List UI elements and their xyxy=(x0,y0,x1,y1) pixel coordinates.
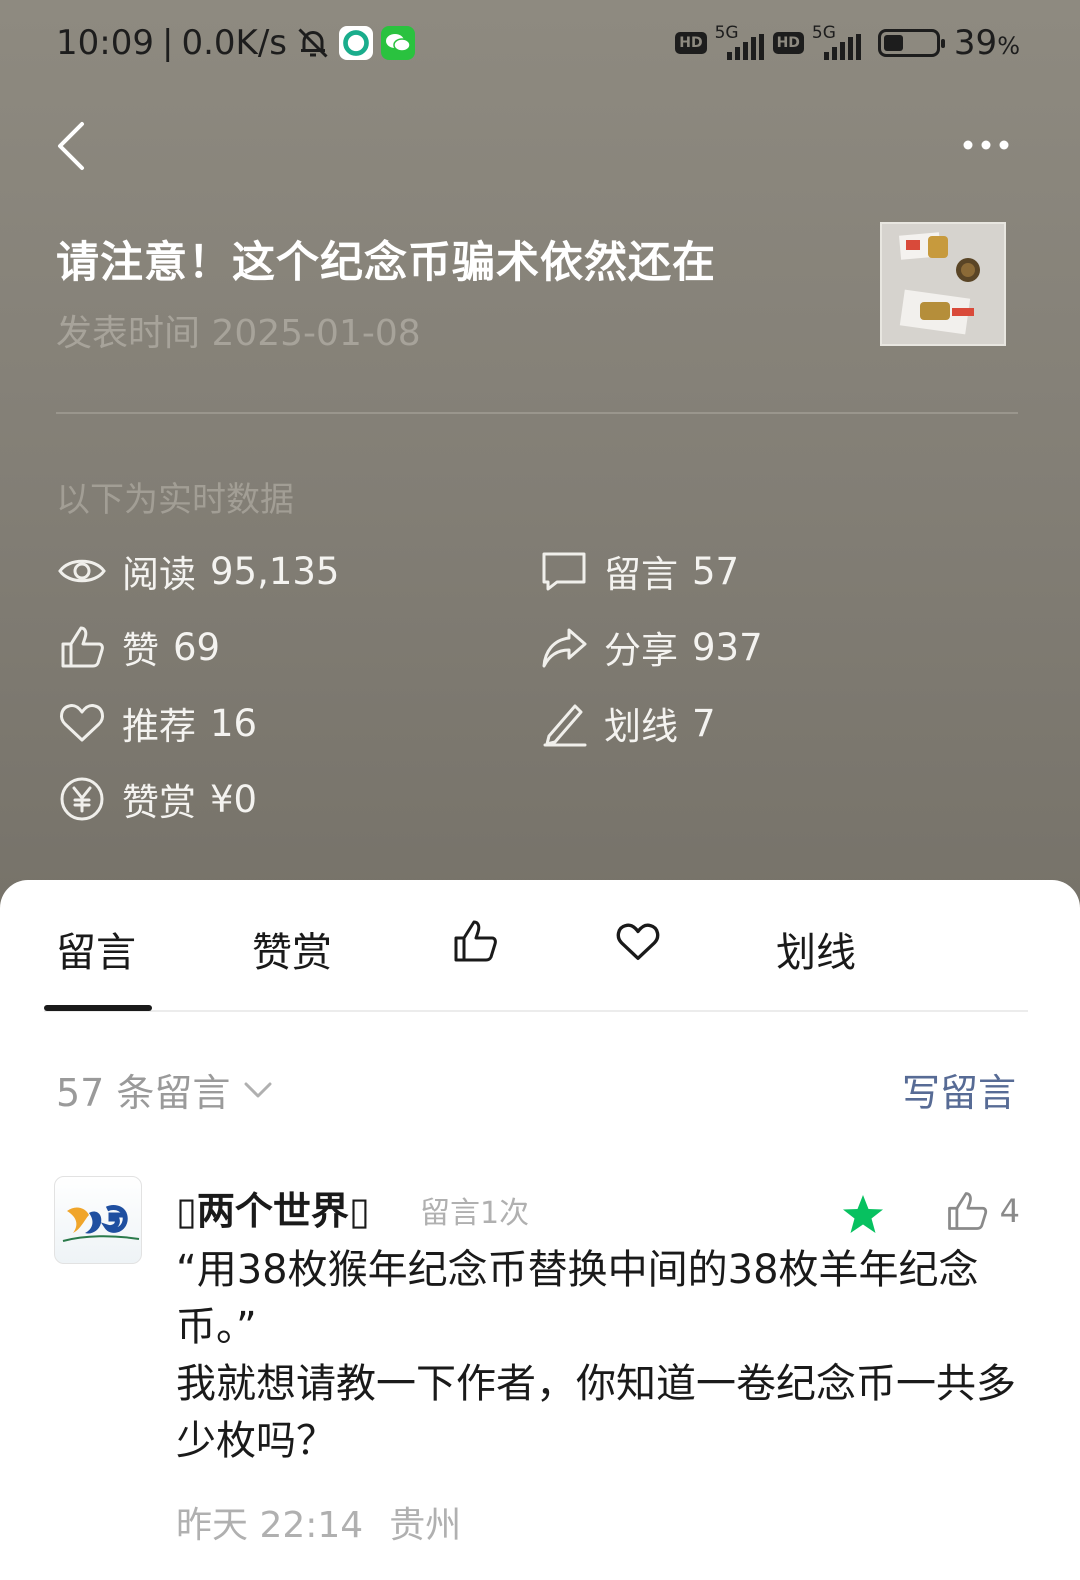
write-comment-link[interactable]: 写留言 xyxy=(902,1062,1016,1117)
thumbnail-image xyxy=(882,224,1004,344)
chevron-down-icon xyxy=(244,1082,272,1097)
stat-highlights: 划线 7 xyxy=(538,696,716,750)
stat-rewards: 赞赏 ¥0 xyxy=(56,772,257,826)
heart-icon xyxy=(56,697,108,749)
signal-icon: 5G xyxy=(715,25,765,60)
status-separator: | xyxy=(161,23,174,63)
article-stats-header: 10:09 | 0.0K/s HD 5G HD 5G 39% 请注意！这个纪念币… xyxy=(0,0,1080,930)
realtime-data-heading: 以下为实时数据 xyxy=(56,480,294,520)
hd-badge-icon: HD xyxy=(772,32,804,54)
comment-time: 昨天 22:14 xyxy=(176,1505,364,1546)
bell-muted-icon xyxy=(295,25,331,61)
article-title: 请注意！这个纪念币骗术依然还在 xyxy=(56,238,716,288)
tab-comments[interactable]: 留言 xyxy=(56,920,136,978)
comment-meta: 留言1次 xyxy=(420,1196,530,1231)
star-icon[interactable] xyxy=(840,1192,886,1238)
comment-time-location: 昨天 22:14 贵州 xyxy=(176,1496,487,1548)
chevron-left-icon xyxy=(58,122,84,170)
status-net-speed: 0.0K/s xyxy=(181,23,287,63)
wechat-notification-icon xyxy=(381,26,415,60)
tab-likes[interactable] xyxy=(450,916,500,976)
eye-icon xyxy=(56,545,108,597)
heart-icon xyxy=(616,923,660,960)
thumbs-up-icon xyxy=(947,1192,987,1230)
tab-bar: 留言 赞赏 划线 xyxy=(0,880,1080,1012)
more-dots-icon xyxy=(963,140,1009,150)
more-button[interactable] xyxy=(958,130,1018,160)
stat-read: 阅读 95,135 xyxy=(56,544,339,598)
tab-recommend[interactable] xyxy=(614,918,662,976)
stat-recommend: 推荐 16 xyxy=(56,696,257,750)
stat-likes: 赞 69 xyxy=(56,620,220,674)
comment-location: 贵州 xyxy=(389,1505,462,1546)
thumbs-up-icon xyxy=(56,621,108,673)
comments-sheet: 留言 赞赏 划线 57 条留言 写留言 ▯两个世界▯ 留言1次 4 “用38枚猴… xyxy=(0,880,1080,1580)
battery-level: 39% xyxy=(953,23,1020,63)
stat-comments: 留言 57 xyxy=(538,544,739,598)
comment-like-count: 4 xyxy=(999,1192,1020,1230)
avatar[interactable] xyxy=(54,1176,142,1264)
share-arrow-icon xyxy=(538,621,590,673)
hd-badge-icon: HD xyxy=(675,32,707,54)
signal-icon: 5G xyxy=(812,25,862,60)
comment-bubble-icon xyxy=(538,545,590,597)
comment-like-button[interactable]: 4 xyxy=(944,1188,1020,1234)
app-notification-icon xyxy=(339,26,373,60)
tab-rewards[interactable]: 赞赏 xyxy=(252,920,332,978)
article-thumbnail[interactable] xyxy=(880,222,1006,346)
tab-highlights[interactable]: 划线 xyxy=(776,920,856,978)
header-divider xyxy=(56,412,1018,414)
pen-icon xyxy=(538,697,590,749)
comment-count-sort[interactable]: 57 条留言 xyxy=(56,1062,276,1117)
avatar-image xyxy=(62,1205,140,1242)
yuan-coin-icon xyxy=(56,773,108,825)
publish-time: 发表时间 2025-01-08 xyxy=(56,313,421,354)
tab-bar-border xyxy=(44,1010,1028,1012)
comment-nickname[interactable]: ▯两个世界▯ xyxy=(176,1180,370,1235)
thumbs-up-icon xyxy=(454,920,497,962)
stat-shares: 分享 937 xyxy=(538,620,763,674)
status-time: 10:09 xyxy=(56,23,154,63)
status-bar: 10:09 | 0.0K/s HD 5G HD 5G 39% xyxy=(56,18,1020,68)
comment-text: “用38枚猴年纪念币替换中间的38枚羊年纪念币。” 我就想请教一下作者，你知道一… xyxy=(176,1247,1016,1464)
battery-icon xyxy=(877,29,945,57)
back-button[interactable] xyxy=(52,118,92,174)
active-tab-indicator xyxy=(44,1005,152,1011)
comment-count: 57 条留言 xyxy=(56,1071,231,1115)
